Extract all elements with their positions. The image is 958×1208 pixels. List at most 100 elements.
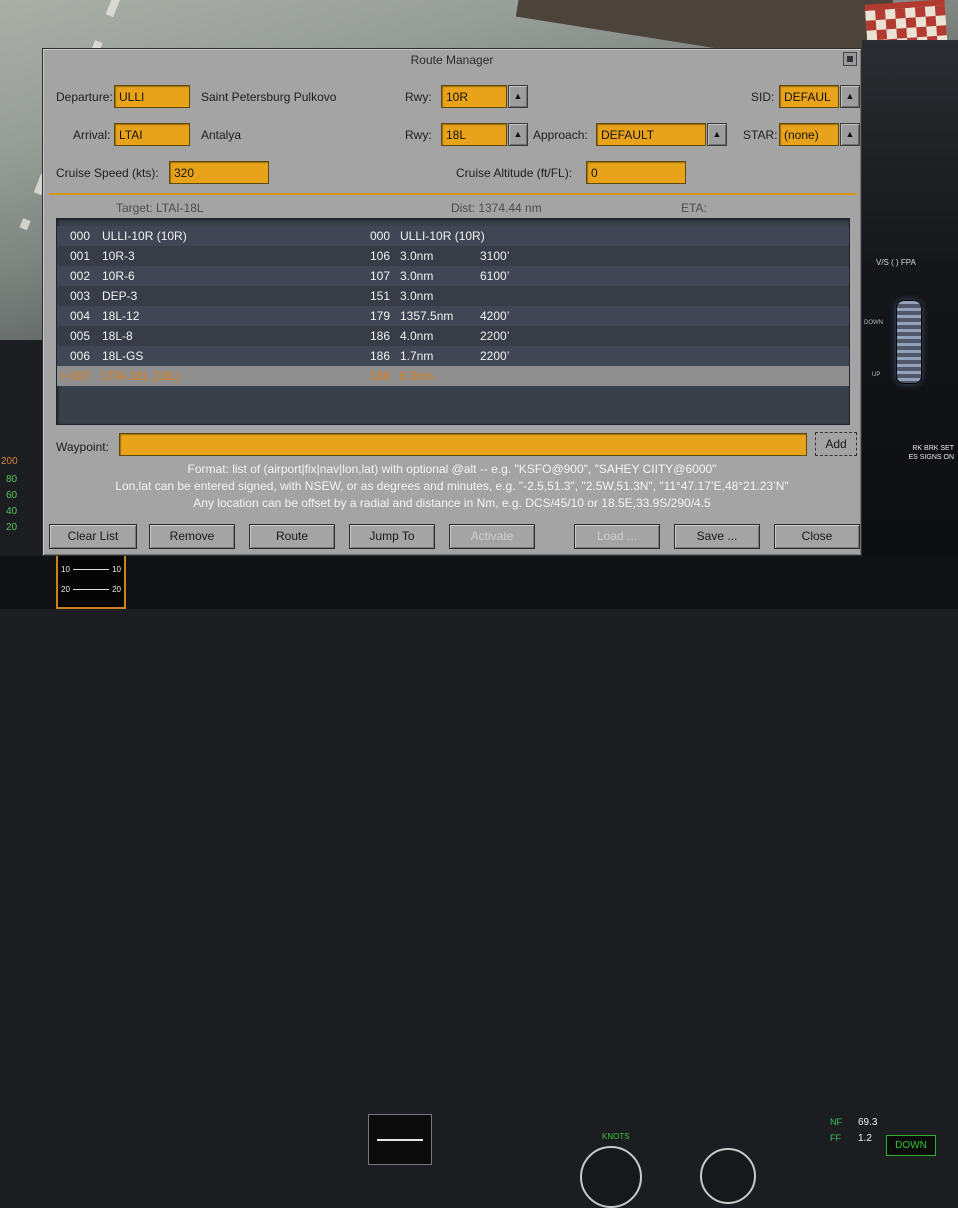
route-row[interactable]: 002 10R-6 107 3.0nm 6100’ (57, 266, 849, 286)
star-label: STAR: (743, 128, 778, 142)
ff-value: 1.2 (858, 1133, 872, 1144)
route-row[interactable]: 005 18L-8 186 4.0nm 2200’ (57, 326, 849, 346)
arrival-label: Arrival: (73, 128, 111, 142)
clear-list-button[interactable]: Clear List (49, 524, 137, 549)
speed-tape: 200 80 60 40 20 (0, 450, 40, 556)
route-row[interactable]: 006 18L-GS 186 1.7nm 2200’ (57, 346, 849, 366)
route-button[interactable]: Route (249, 524, 335, 549)
wp-bearing: 000 (370, 229, 391, 243)
wp-name: ULLI-10R (10R) (102, 229, 187, 243)
trim-number: 20 (112, 585, 121, 594)
wp-bearing: 186 (370, 329, 391, 343)
eta-status: ETA: (681, 201, 707, 215)
wp-bearing: 186 (370, 349, 391, 363)
cruise-speed-input[interactable] (169, 161, 269, 184)
down-label: DOWN (864, 320, 883, 326)
wp-bearing: 186 (370, 369, 391, 383)
target-status: Target: LTAI-18L (116, 201, 204, 215)
wp-name: 10R-3 (102, 249, 135, 263)
wp-distance: 3.0nm (400, 289, 434, 303)
wp-distance: 3.0nm (400, 269, 434, 283)
departure-input[interactable] (114, 85, 190, 108)
star-value[interactable]: (none) (779, 123, 839, 146)
wp-distance: 4.0nm (400, 329, 434, 343)
close-dialog-button[interactable]: Close (774, 524, 860, 549)
tape-number: 80 (6, 474, 18, 485)
route-row[interactable]: 004 18L-12 179 1357.5nm 4200’ (57, 306, 849, 326)
chevron-up-icon[interactable]: ▲ (707, 123, 727, 146)
help-line-2: Lon,lat can be entered signed, with NSEW… (115, 479, 789, 493)
placard-text: RK BRK SET ES SIGNS ON (878, 444, 954, 462)
close-icon (847, 56, 853, 62)
wp-distance: ULLI-10R (10R) (400, 229, 485, 243)
tape-number: 60 (6, 490, 18, 501)
wp-index: 001 (70, 249, 91, 263)
help-line-3: Any location can be offset by a radial a… (193, 496, 711, 510)
ff-label: FF (830, 1133, 841, 1143)
wp-altitude: 4200’ (480, 309, 510, 323)
wp-name: LTAI-18L (18L) (102, 369, 181, 383)
wp-index: 007 (70, 369, 91, 383)
distance-status: Dist: 1374.44 nm (451, 201, 542, 215)
cruise-altitude-label: Cruise Altitude (ft/FL): (456, 166, 573, 180)
vs-fpa-label: V/S ( ) FPA (876, 258, 916, 267)
close-button[interactable] (843, 52, 857, 66)
cruise-altitude-input[interactable] (586, 161, 686, 184)
wp-index: 005 (70, 329, 91, 343)
waypoint-input[interactable] (119, 433, 807, 456)
wp-distance: 1.7nm (400, 349, 434, 363)
route-manager-dialog: Route Manager Departure: Saint Petersbur… (42, 48, 862, 556)
help-line-1: Format: list of (airport|fix|nav|lon,lat… (187, 462, 717, 476)
tape-number: 40 (6, 506, 18, 517)
wp-index: 004 (70, 309, 91, 323)
departure-rwy-label: Rwy: (405, 90, 432, 104)
arrival-rwy-value[interactable]: 18L (441, 123, 507, 146)
route-row[interactable]: 003 DEP-3 151 3.0nm (57, 286, 849, 306)
arrival-input[interactable] (114, 123, 190, 146)
route-waypoint-list: 000 ULLI-10R (10R) 000 ULLI-10R (10R) 00… (56, 218, 850, 425)
trim-number: 10 (61, 565, 70, 574)
wp-distance: 1357.5nm (400, 309, 454, 323)
wp-name: 18L-GS (102, 349, 144, 363)
wp-altitude: 2200’ (480, 349, 510, 363)
approach-value[interactable]: DEFAULT (596, 123, 706, 146)
arrival-airport-name: Antalya (201, 128, 242, 142)
placard-line1: RK BRK SET (912, 445, 954, 452)
tape-number: 20 (6, 522, 18, 533)
route-row[interactable]: 001 10R-3 106 3.0nm 3100’ (57, 246, 849, 266)
remove-button[interactable]: Remove (149, 524, 235, 549)
wp-index: 003 (70, 289, 91, 303)
cruise-speed-label: Cruise Speed (kts): (56, 166, 159, 180)
sid-combo: DEFAUL ▲ (779, 85, 860, 108)
activate-button: Activate (449, 524, 535, 549)
save-button[interactable]: Save ... (674, 524, 760, 549)
wp-index: 000 (70, 229, 91, 243)
wp-index: 002 (70, 269, 91, 283)
arrival-rwy-combo: 18L ▲ (441, 123, 528, 146)
vs-wheel[interactable] (896, 300, 922, 384)
chevron-up-icon[interactable]: ▲ (840, 85, 860, 108)
sid-value[interactable]: DEFAUL (779, 85, 839, 108)
trim-number: 10 (112, 565, 121, 574)
approach-label: Approach: (533, 128, 588, 142)
route-row-selected[interactable]: > 007 LTAI-18L (18L) 186 6.3nm (57, 366, 849, 386)
dialog-title: Route Manager (410, 53, 494, 67)
tape-number: 200 (1, 456, 18, 467)
arrival-rwy-label: Rwy: (405, 128, 432, 142)
instrument-panel-bottom: KNOTS NF 69.3 FF 1.2 DOWN (0, 556, 958, 1208)
section-divider (49, 193, 857, 195)
wp-bearing: 106 (370, 249, 391, 263)
wp-bearing: 107 (370, 269, 391, 283)
departure-rwy-value[interactable]: 10R (441, 85, 507, 108)
selection-marker: > (60, 369, 68, 383)
wp-name: 18L-8 (102, 329, 133, 343)
chevron-up-icon[interactable]: ▲ (508, 85, 528, 108)
route-row[interactable]: 000 ULLI-10R (10R) 000 ULLI-10R (10R) (57, 226, 849, 246)
jump-to-button[interactable]: Jump To (349, 524, 435, 549)
chevron-up-icon[interactable]: ▲ (840, 123, 860, 146)
chevron-up-icon[interactable]: ▲ (508, 123, 528, 146)
waypoint-label: Waypoint: (56, 440, 109, 454)
add-waypoint-button[interactable]: Add (815, 432, 857, 456)
n1-value: 69.3 (858, 1117, 878, 1128)
wp-altitude: 3100’ (480, 249, 510, 263)
